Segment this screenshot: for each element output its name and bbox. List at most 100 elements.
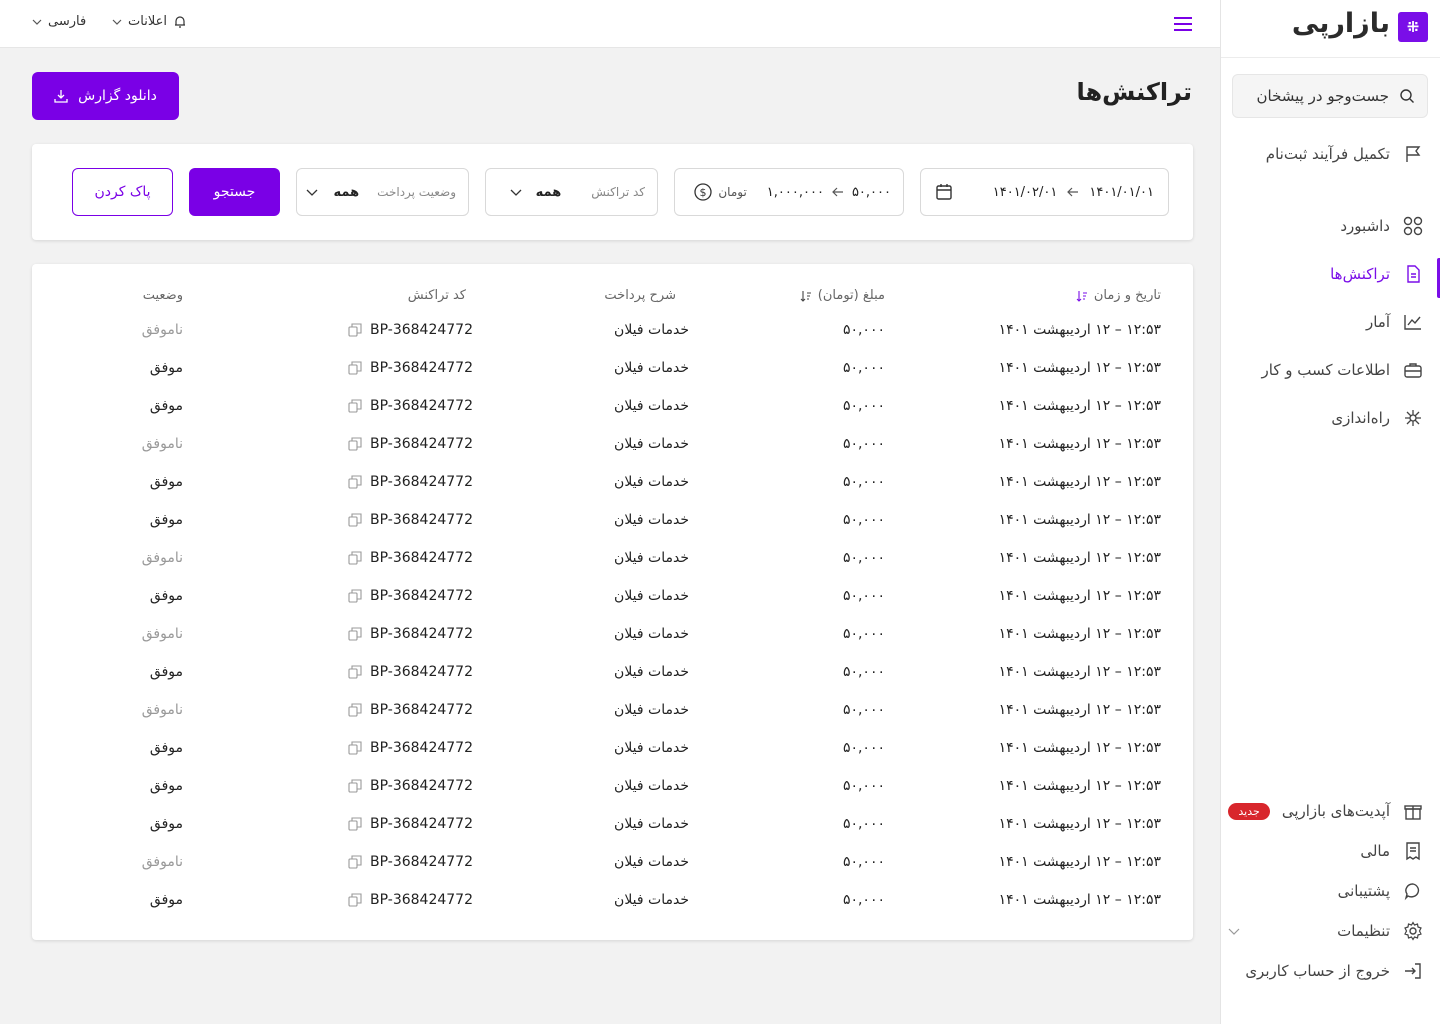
calendar-icon	[935, 183, 953, 201]
copy-icon[interactable]	[348, 703, 362, 717]
chevron-down-icon	[112, 17, 122, 27]
table-row[interactable]: ۱۲:۵۳ – ۱۲ اردیبهشت ۱۴۰۱ ۵۰,۰۰۰ خدمات فیلا…	[32, 738, 1193, 776]
table-row[interactable]: ۱۲:۵۳ – ۱۲ اردیبهشت ۱۴۰۱ ۵۰,۰۰۰ خدمات فیلا…	[32, 814, 1193, 852]
copy-icon[interactable]	[348, 627, 362, 641]
table-row[interactable]: ۱۲:۵۳ – ۱۲ اردیبهشت ۱۴۰۱ ۵۰,۰۰۰ خدمات فیلا…	[32, 776, 1193, 814]
sidebar-search[interactable]: جست‌وجو در پیشخان	[1232, 74, 1428, 118]
language-label: فارسی	[48, 14, 87, 29]
copy-icon[interactable]	[348, 513, 362, 527]
table-row[interactable]: ۱۲:۵۳ – ۱۲ اردیبهشت ۱۴۰۱ ۵۰,۰۰۰ خدمات فیلا…	[32, 396, 1193, 434]
copy-icon[interactable]	[348, 437, 362, 451]
header-code: کد تراکنش	[407, 288, 466, 303]
table-row[interactable]: ۱۲:۵۳ – ۱۲ اردیبهشت ۱۴۰۱ ۵۰,۰۰۰ خدمات فیلا…	[32, 548, 1193, 586]
amount-range-filter[interactable]: ۵۰,۰۰۰ ۱,۰۰۰,۰۰۰ تومان $	[674, 168, 904, 216]
header-amount[interactable]: مبلغ (تومان)	[800, 288, 885, 303]
copy-icon[interactable]	[348, 551, 362, 565]
cell-transaction-code: BP-368424772	[348, 738, 473, 758]
sidebar-search-placeholder: جست‌وجو در پیشخان	[1256, 87, 1389, 105]
sidebar-item-dashboard[interactable]: داشبورد	[1220, 208, 1440, 244]
cell-description: خدمات فیلان	[614, 740, 689, 756]
sidebar-item-logout[interactable]: خروج از حساب کاربری	[1220, 953, 1440, 989]
table-row[interactable]: ۱۲:۵۳ – ۱۲ اردیبهشت ۱۴۰۱ ۵۰,۰۰۰ خدمات فیلا…	[32, 472, 1193, 510]
transaction-code-text: BP-368424772	[370, 322, 473, 338]
code-filter-value: همه	[535, 184, 562, 200]
cell-datetime: ۱۲:۵۳ – ۱۲ اردیبهشت ۱۴۰۱	[998, 588, 1161, 604]
page-title: تراکنش‌ها	[1076, 78, 1193, 106]
cell-transaction-code: BP-368424772	[348, 776, 473, 796]
clear-button[interactable]: پاک کردن	[72, 168, 173, 216]
table-row[interactable]: ۱۲:۵۳ – ۱۲ اردیبهشت ۱۴۰۱ ۵۰,۰۰۰ خدمات فیلا…	[32, 662, 1193, 700]
table-row[interactable]: ۱۲:۵۳ – ۱۲ اردیبهشت ۱۴۰۱ ۵۰,۰۰۰ خدمات فیلا…	[32, 510, 1193, 548]
sidebar-item-stats[interactable]: آمار	[1220, 304, 1440, 340]
sidebar-item-updates[interactable]: آپدیت‌های بازارپی جدید	[1220, 793, 1440, 829]
sidebar-item-business-info[interactable]: اطلاعات کسب و کار	[1220, 352, 1440, 388]
sidebar-item-complete-registration[interactable]: تکمیل فرآیند ثبت‌نام	[1220, 136, 1440, 172]
table-row[interactable]: ۱۲:۵۳ – ۱۲ اردیبهشت ۱۴۰۱ ۵۰,۰۰۰ خدمات فیلا…	[32, 890, 1193, 928]
sidebar: ⁜ بازارپی جست‌وجو در پیشخان تکمیل فرآیند…	[1220, 0, 1440, 1024]
header-datetime[interactable]: تاریخ و زمان	[1076, 288, 1161, 303]
sidebar-item-label: راه‌اندازی	[1331, 409, 1390, 427]
copy-icon[interactable]	[348, 665, 362, 679]
cell-description: خدمات فیلان	[614, 664, 689, 680]
transaction-code-filter[interactable]: کد تراکنش همه	[485, 168, 658, 216]
status-filter-label: وضعیت پرداخت	[377, 185, 456, 199]
copy-icon[interactable]	[348, 779, 362, 793]
sort-icon[interactable]	[800, 290, 812, 302]
table-row[interactable]: ۱۲:۵۳ – ۱۲ اردیبهشت ۱۴۰۱ ۵۰,۰۰۰ خدمات فیلا…	[32, 434, 1193, 472]
transaction-code-text: BP-368424772	[370, 664, 473, 680]
sidebar-item-setup[interactable]: راه‌اندازی	[1220, 400, 1440, 436]
search-icon	[1399, 88, 1415, 104]
copy-icon[interactable]	[348, 399, 362, 413]
cell-description: خدمات فیلان	[614, 854, 689, 870]
cell-datetime: ۱۲:۵۳ – ۱۲ اردیبهشت ۱۴۰۱	[998, 664, 1161, 680]
table-row[interactable]: ۱۲:۵۳ – ۱۲ اردیبهشت ۱۴۰۱ ۵۰,۰۰۰ خدمات فیلا…	[32, 586, 1193, 624]
copy-icon[interactable]	[348, 475, 362, 489]
sidebar-item-settings[interactable]: تنظیمات	[1220, 913, 1440, 949]
search-button[interactable]: جستجو	[189, 168, 280, 216]
chevron-down-icon	[1228, 925, 1240, 937]
gift-icon	[1402, 800, 1424, 822]
cell-datetime: ۱۲:۵۳ – ۱۲ اردیبهشت ۱۴۰۱	[998, 854, 1161, 870]
sidebar-item-finance[interactable]: مالی	[1220, 833, 1440, 869]
table-row[interactable]: ۱۲:۵۳ – ۱۲ اردیبهشت ۱۴۰۱ ۵۰,۰۰۰ خدمات فیلا…	[32, 624, 1193, 662]
transaction-code-text: BP-368424772	[370, 702, 473, 718]
table-row[interactable]: ۱۲:۵۳ – ۱۲ اردیبهشت ۱۴۰۱ ۵۰,۰۰۰ خدمات فیلا…	[32, 320, 1193, 358]
table-row[interactable]: ۱۲:۵۳ – ۱۲ اردیبهشت ۱۴۰۱ ۵۰,۰۰۰ خدمات فیلا…	[32, 358, 1193, 396]
date-range-filter[interactable]: ۱۴۰۱/۰۱/۰۱ ۱۴۰۱/۰۲/۰۱	[920, 168, 1169, 216]
sort-icon[interactable]	[1076, 290, 1088, 302]
transaction-code-text: BP-368424772	[370, 854, 473, 870]
copy-icon[interactable]	[348, 741, 362, 755]
notifications-button[interactable]: اعلانات	[112, 14, 187, 29]
copy-icon[interactable]	[348, 361, 362, 375]
table-row[interactable]: ۱۲:۵۳ – ۱۲ اردیبهشت ۱۴۰۱ ۵۰,۰۰۰ خدمات فیلا…	[32, 852, 1193, 890]
download-report-button[interactable]: دانلود گزارش	[32, 72, 179, 120]
copy-icon[interactable]	[348, 323, 362, 337]
sidebar-item-transactions[interactable]: تراکنش‌ها	[1220, 256, 1440, 298]
cell-transaction-code: BP-368424772	[348, 548, 473, 568]
chat-icon	[1402, 880, 1424, 902]
status-badge: ناموفق	[141, 702, 183, 718]
language-selector[interactable]: فارسی	[32, 14, 86, 29]
copy-icon[interactable]	[348, 589, 362, 603]
cell-amount: ۵۰,۰۰۰	[842, 436, 885, 452]
table-row[interactable]: ۱۲:۵۳ – ۱۲ اردیبهشت ۱۴۰۱ ۵۰,۰۰۰ خدمات فیلا…	[32, 700, 1193, 738]
cell-description: خدمات فیلان	[614, 702, 689, 718]
cell-description: خدمات فیلان	[614, 778, 689, 794]
date-to-value: ۱۴۰۱/۰۲/۰۱	[992, 184, 1058, 200]
transaction-code-text: BP-368424772	[370, 550, 473, 566]
status-badge: ناموفق	[141, 436, 183, 452]
payment-status-filter[interactable]: وضعیت پرداخت همه	[296, 168, 469, 216]
hamburger-menu-icon[interactable]	[1172, 14, 1194, 34]
notifications-label: اعلانات	[128, 14, 167, 29]
sidebar-item-label: مالی	[1360, 842, 1390, 860]
copy-icon[interactable]	[348, 855, 362, 869]
cell-datetime: ۱۲:۵۳ – ۱۲ اردیبهشت ۱۴۰۱	[998, 512, 1161, 528]
currency-icon: $	[694, 183, 713, 201]
copy-icon[interactable]	[348, 817, 362, 831]
copy-icon[interactable]	[348, 893, 362, 907]
receipt-icon	[1402, 840, 1424, 862]
sidebar-item-support[interactable]: پشتیبانی	[1220, 873, 1440, 909]
cell-amount: ۵۰,۰۰۰	[842, 588, 885, 604]
cell-description: خدمات فیلان	[614, 892, 689, 908]
cell-amount: ۵۰,۰۰۰	[842, 740, 885, 756]
